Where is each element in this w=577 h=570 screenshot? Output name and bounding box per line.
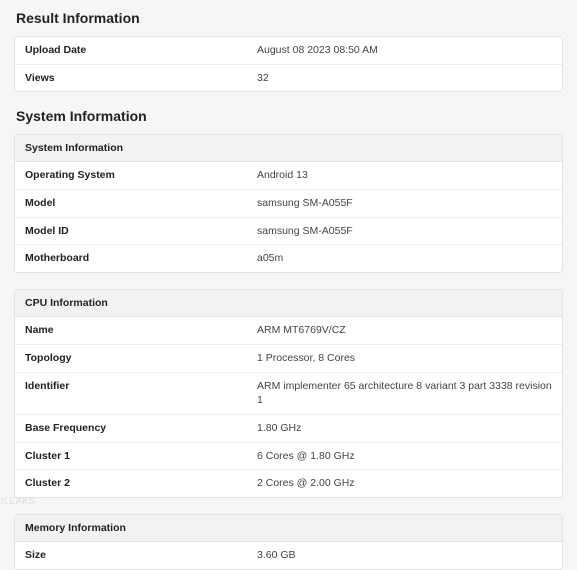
row-value: samsung SM-A055F <box>257 224 353 239</box>
table-row: Motherboard a05m <box>15 245 562 272</box>
row-label: Views <box>25 71 257 86</box>
memory-info-card: Memory Information Size 3.60 GB <box>14 514 563 570</box>
row-label: Name <box>25 323 257 338</box>
table-row: Cluster 1 6 Cores @ 1.80 GHz <box>15 443 562 471</box>
row-label: Cluster 2 <box>25 476 257 491</box>
card-header: Memory Information <box>15 515 562 542</box>
table-row: Model samsung SM-A055F <box>15 190 562 218</box>
table-row: Views 32 <box>15 65 562 92</box>
cpu-info-card: CPU Information Name ARM MT6769V/CZ Topo… <box>14 289 563 498</box>
table-row: Cluster 2 2 Cores @ 2.00 GHz <box>15 470 562 497</box>
table-row: Name ARM MT6769V/CZ <box>15 317 562 345</box>
table-row: Operating System Android 13 <box>15 162 562 190</box>
row-label: Identifier <box>25 379 257 408</box>
row-label: Cluster 1 <box>25 449 257 464</box>
row-value: ARM implementer 65 architecture 8 varian… <box>257 379 552 408</box>
row-label: Topology <box>25 351 257 366</box>
system-section-title: System Information <box>16 108 563 124</box>
row-label: Model <box>25 196 257 211</box>
watermark: /LEAKS <box>1 496 35 506</box>
row-value: Android 13 <box>257 168 308 183</box>
row-label: Upload Date <box>25 43 257 58</box>
table-row: Identifier ARM implementer 65 architectu… <box>15 373 562 415</box>
row-label: Base Frequency <box>25 421 257 436</box>
row-value: 3.60 GB <box>257 548 296 563</box>
row-value: samsung SM-A055F <box>257 196 353 211</box>
card-header: CPU Information <box>15 290 562 317</box>
system-info-card: System Information Operating System Andr… <box>14 134 563 273</box>
row-value: 1.80 GHz <box>257 421 301 436</box>
row-value: a05m <box>257 251 283 266</box>
row-value: 2 Cores @ 2.00 GHz <box>257 476 355 491</box>
row-value: August 08 2023 08:50 AM <box>257 43 378 58</box>
table-row: Base Frequency 1.80 GHz <box>15 415 562 443</box>
table-row: Size 3.60 GB <box>15 542 562 569</box>
row-label: Motherboard <box>25 251 257 266</box>
row-label: Model ID <box>25 224 257 239</box>
card-header: System Information <box>15 135 562 162</box>
row-label: Operating System <box>25 168 257 183</box>
result-card: Upload Date August 08 2023 08:50 AM View… <box>14 36 563 92</box>
row-value: 1 Processor, 8 Cores <box>257 351 355 366</box>
table-row: Model ID samsung SM-A055F <box>15 218 562 246</box>
row-value: ARM MT6769V/CZ <box>257 323 346 338</box>
result-section-title: Result Information <box>16 10 563 26</box>
row-label: Size <box>25 548 257 563</box>
table-row: Upload Date August 08 2023 08:50 AM <box>15 37 562 65</box>
row-value: 6 Cores @ 1.80 GHz <box>257 449 355 464</box>
row-value: 32 <box>257 71 269 86</box>
table-row: Topology 1 Processor, 8 Cores <box>15 345 562 373</box>
